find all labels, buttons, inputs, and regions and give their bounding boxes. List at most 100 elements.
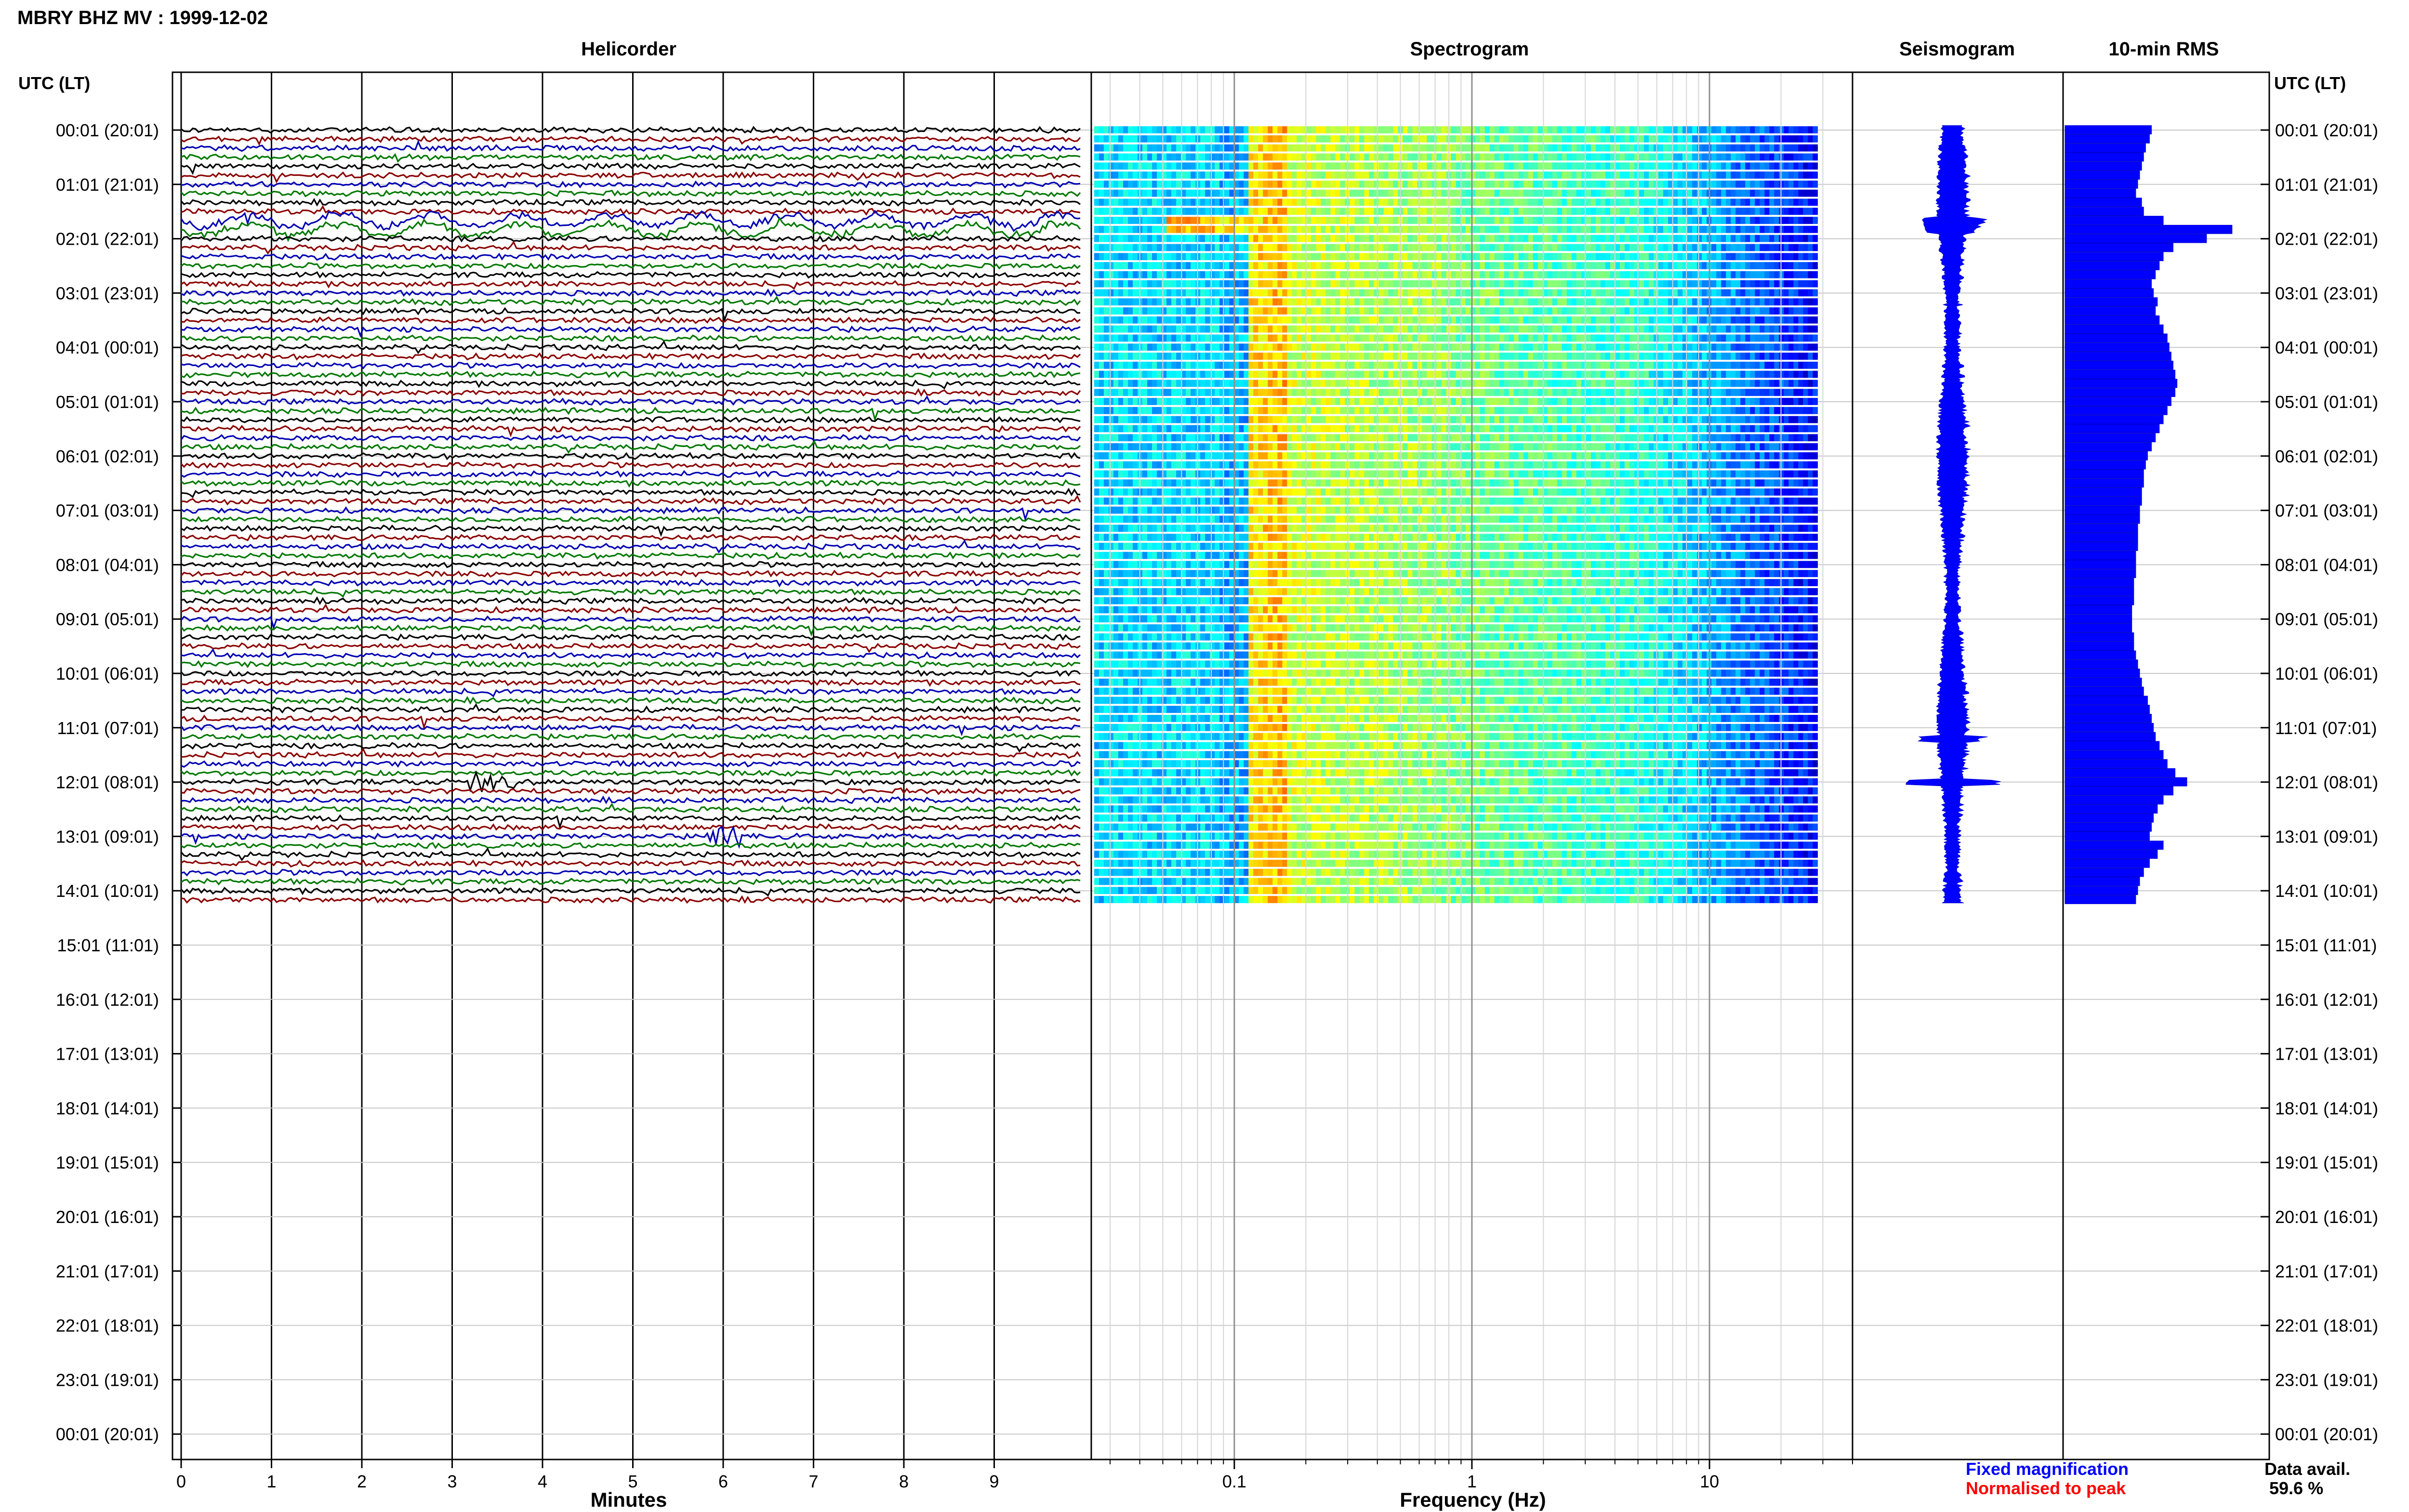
spectrogram-cell — [1456, 235, 1461, 242]
spectrogram-cell — [1605, 316, 1611, 324]
spectrogram-cell — [1215, 180, 1220, 188]
spectrogram-cell — [1528, 353, 1534, 360]
spectrogram-cell — [1388, 398, 1394, 405]
spectrogram-cell — [1407, 271, 1413, 278]
spectrogram-cell — [1533, 144, 1538, 152]
spectrogram-cell — [1393, 180, 1399, 188]
spectrogram-cell — [1113, 325, 1119, 333]
spectrogram-cell — [1702, 407, 1707, 414]
spectrogram-cell — [1673, 135, 1678, 143]
spectrogram-cell — [1287, 189, 1292, 197]
spectrogram-cell — [1629, 153, 1635, 161]
spectrogram-cell — [1687, 307, 1693, 315]
spectrogram-cell — [1364, 325, 1370, 333]
spectrogram-cell — [1325, 126, 1331, 133]
spectrogram-cell — [1726, 144, 1731, 152]
spectrogram-cell — [1716, 217, 1721, 224]
spectrogram-cell — [1210, 144, 1215, 152]
spectrogram-cell — [1364, 217, 1370, 224]
spectrogram-cell — [1533, 361, 1538, 369]
spectrogram-cell — [1123, 343, 1128, 351]
spectrogram-cell — [1403, 198, 1408, 206]
spectrogram-cell — [1171, 217, 1177, 224]
spectrogram-cell — [1504, 162, 1509, 170]
spectrogram-cell — [1118, 180, 1124, 188]
spectrogram-cell — [1335, 189, 1341, 197]
spectrogram-cell — [1484, 153, 1490, 161]
spectrogram-cell — [1774, 126, 1779, 133]
spectrogram-cell — [1451, 171, 1456, 179]
spectrogram-cell — [1475, 262, 1481, 269]
spectrogram-cell — [1388, 189, 1394, 197]
spectrogram-cell — [1663, 271, 1668, 278]
spectrogram-cell — [1451, 235, 1456, 242]
spectrogram-cell — [1615, 144, 1620, 152]
spectrogram-cell — [1745, 162, 1750, 170]
spectrogram-cell — [1412, 298, 1418, 306]
spectrogram-cell — [1654, 198, 1659, 206]
spectrogram-cell — [1692, 253, 1697, 261]
spectrogram-cell — [1552, 316, 1558, 324]
spectrogram-cell — [1297, 307, 1302, 315]
spectrogram-cell — [1200, 162, 1205, 170]
spectrogram-cell — [1282, 244, 1287, 251]
spectrogram-cell — [1629, 370, 1635, 378]
spectrogram-cell — [1764, 289, 1770, 297]
spectrogram-cell — [1639, 389, 1644, 396]
spectrogram-cell — [1509, 126, 1514, 133]
spectrogram-cell — [1629, 189, 1635, 197]
spectrogram-cell — [1436, 380, 1442, 387]
spectrogram-cell — [1359, 298, 1365, 306]
spectrogram-cell — [1354, 389, 1360, 396]
spectrogram-cell — [1620, 307, 1625, 315]
spectrogram-cell — [1750, 343, 1755, 351]
spectrogram-cell — [1601, 244, 1606, 251]
spectrogram-cell — [1330, 171, 1336, 179]
spectrogram-cell — [1330, 153, 1336, 161]
spectrogram-cell — [1456, 171, 1461, 179]
spectrogram-cell — [1186, 289, 1191, 297]
spectrogram-cell — [1186, 298, 1191, 306]
spectrogram-cell — [1663, 316, 1668, 324]
spectrogram-cell — [1369, 126, 1375, 133]
spectrogram-cell — [1634, 370, 1640, 378]
spectrogram-cell — [1287, 361, 1292, 369]
spectrogram-cell — [1523, 253, 1529, 261]
spectrogram-cell — [1215, 389, 1220, 396]
spectrogram-cell — [1436, 298, 1442, 306]
spectrogram-cell — [1094, 244, 1099, 251]
spectrogram-cell — [1171, 144, 1177, 152]
spectrogram-cell — [1374, 180, 1379, 188]
spectrogram-cell — [1562, 262, 1567, 269]
spectrogram-cell — [1788, 208, 1794, 215]
spectrogram-cell — [1731, 361, 1736, 369]
spectrogram-cell — [1523, 407, 1529, 414]
spectrogram-cell — [1673, 171, 1678, 179]
spectrogram-cell — [1422, 289, 1428, 297]
spectrogram-cell — [1364, 262, 1370, 269]
spectrogram-cell — [1253, 180, 1258, 188]
spectrogram-cell — [1576, 253, 1582, 261]
spectrogram-cell — [1441, 343, 1447, 351]
spectrogram-cell — [1171, 235, 1177, 242]
spectrogram-cell — [1591, 361, 1596, 369]
spectrogram-cell — [1697, 334, 1702, 342]
spectrogram-cell — [1325, 280, 1331, 288]
spectrogram-cell — [1325, 171, 1331, 179]
spectrogram-cell — [1253, 126, 1258, 133]
spectrogram-cell — [1431, 325, 1437, 333]
spectrogram-cell — [1523, 153, 1529, 161]
spectrogram-cell — [1601, 208, 1606, 215]
spectrogram-cell — [1229, 280, 1234, 288]
spectrogram-cell — [1253, 280, 1258, 288]
spectrogram-cell — [1118, 126, 1124, 133]
spectrogram-cell — [1779, 389, 1784, 396]
spectrogram-cell — [1793, 307, 1799, 315]
spectrogram-cell — [1813, 217, 1818, 224]
spectrogram-cell — [1649, 244, 1654, 251]
spectrogram-cell — [1186, 244, 1191, 251]
spectrogram-cell — [1721, 153, 1726, 161]
spectrogram-cell — [1475, 271, 1481, 278]
spectrogram-cell — [1268, 416, 1273, 423]
spectrogram-cell — [1422, 262, 1428, 269]
